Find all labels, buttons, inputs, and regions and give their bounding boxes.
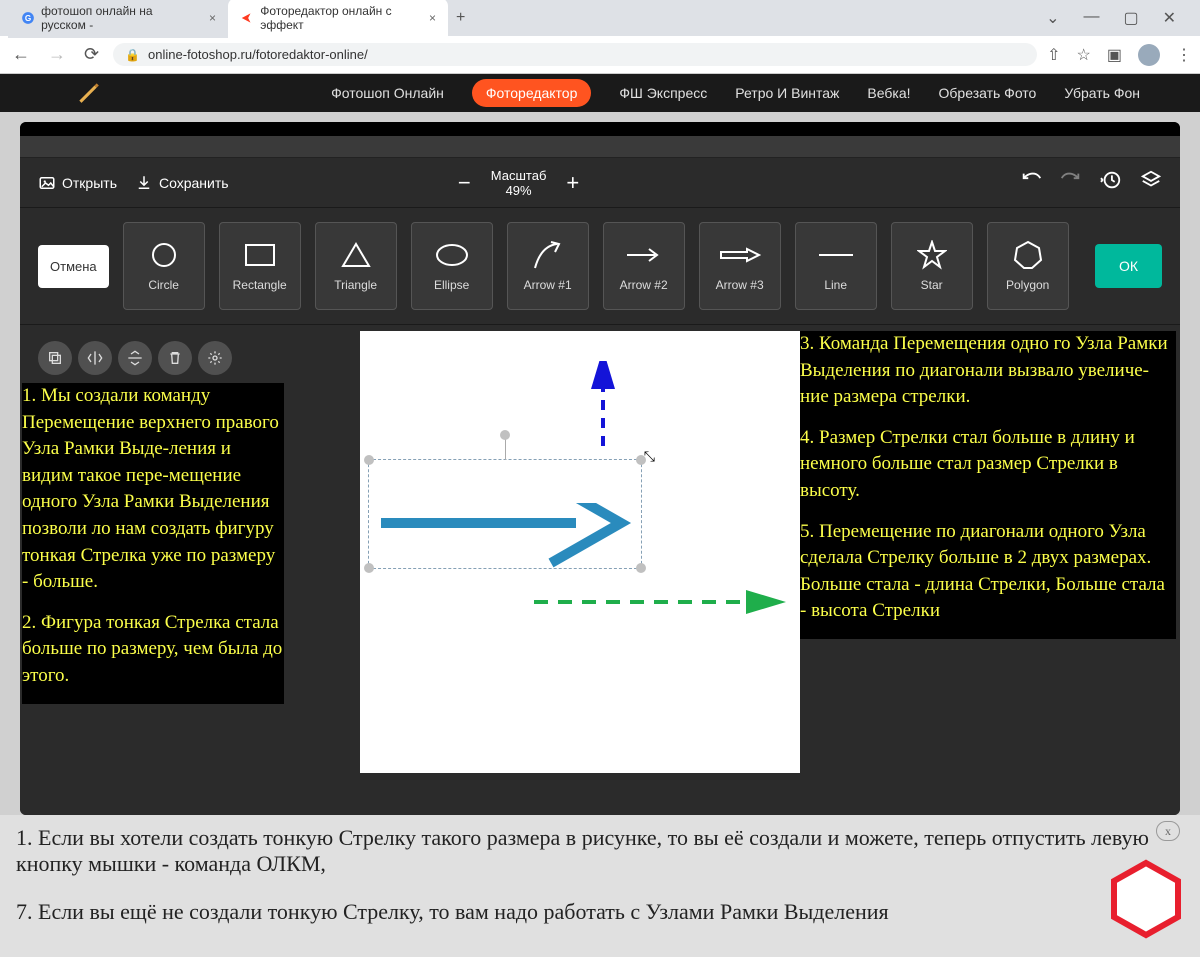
cancel-button[interactable]: Отмена [38,245,109,288]
zoom-controls: − Масштаб 49% + [458,168,579,198]
annotation-right: 3. Команда Перемещения одно го Узла Рамк… [800,331,1176,639]
nav-crop[interactable]: Обрезать Фото [939,85,1037,101]
copy-icon[interactable] [38,341,72,375]
nav-express[interactable]: ФШ Экспресс [619,85,707,101]
browser-tab-1[interactable]: Фоторедактор онлайн с эффект × [228,0,448,38]
tab-title: Фоторедактор онлайн с эффект [260,4,419,32]
forward-button[interactable]: → [44,40,70,69]
tutorial-line-1: 1. Если вы хотели создать тонкую Стрелку… [16,825,1184,877]
shape-arrow1[interactable]: Arrow #1 [507,222,589,310]
share-icon[interactable]: ⇧ [1047,45,1060,65]
shape-polygon[interactable]: Polygon [987,222,1069,310]
canvas[interactable]: ⤡ [360,331,800,773]
maximize-icon[interactable]: ▢ [1123,8,1138,28]
nav-photoshop[interactable]: Фотошоп Онлайн [331,85,444,101]
menu-icon[interactable]: ⋮ [1176,45,1192,65]
shape-ellipse[interactable]: Ellipse [411,222,493,310]
extension-icon[interactable]: ▣ [1107,45,1122,65]
guide-arrow-vertical [590,361,616,451]
flip-h-icon[interactable] [78,341,112,375]
nav-webcam[interactable]: Вебка! [867,85,910,101]
hexagon-badge-icon[interactable] [1108,859,1184,939]
zoom-in-button[interactable]: + [566,170,579,196]
shape-star[interactable]: Star [891,222,973,310]
tutorial-text: x 1. Если вы хотели создать тонкую Стрел… [0,815,1200,957]
shape-toolbar: Отмена Circle Rectangle Triangle Ellipse… [20,208,1180,325]
shape-arrow3[interactable]: Arrow #3 [699,222,781,310]
flip-v-icon[interactable] [118,341,152,375]
tutorial-line-2: 7. Если вы ещё не создали тонкую Стрелку… [16,899,1184,925]
back-button[interactable]: ← [8,40,34,69]
canvas-area: 1. Мы создали команду Перемещение верхне… [20,325,1180,815]
favicon-google: G [20,10,35,26]
shape-rectangle[interactable]: Rectangle [219,222,301,310]
history-button[interactable] [1100,169,1122,196]
address-bar: ← → ⟳ 🔒 online-fotoshop.ru/fotoredaktor-… [0,36,1200,74]
nav-removebg[interactable]: Убрать Фон [1064,85,1140,101]
shape-circle[interactable]: Circle [123,222,205,310]
settings-icon[interactable] [198,341,232,375]
save-button[interactable]: Сохранить [135,174,229,192]
tab-strip: G фотошоп онлайн на русском - × Фотореда… [0,0,1200,36]
handle-rotate[interactable] [500,430,510,440]
profile-icon[interactable] [1138,44,1160,66]
tab-close-icon[interactable]: × [429,11,436,25]
ok-button[interactable]: ОК [1095,244,1162,288]
chevron-down-icon[interactable]: ⌄ [1046,8,1059,28]
nav-fotoredaktor[interactable]: Фоторедактор [472,79,592,107]
browser-chrome: G фотошоп онлайн на русском - × Фотореда… [0,0,1200,74]
lock-icon: 🔒 [125,48,140,62]
site-nav: Фотошоп Онлайн Фоторедактор ФШ Экспресс … [0,74,1200,112]
handle-bl[interactable] [364,563,374,573]
undo-button[interactable] [1020,169,1042,196]
mini-toolbar [38,341,232,375]
handle-tl[interactable] [364,455,374,465]
brand-icon [75,79,101,108]
open-button[interactable]: Открыть [38,174,117,192]
delete-icon[interactable] [158,341,192,375]
zoom-out-button[interactable]: − [458,170,471,196]
zoom-label: Масштаб [491,168,547,183]
tab-title: фотошоп онлайн на русском - [41,4,199,32]
new-tab-button[interactable]: + [448,5,473,31]
browser-tab-0[interactable]: G фотошоп онлайн на русском - × [8,0,228,38]
shape-line[interactable]: Line [795,222,877,310]
annotation-left: 1. Мы создали команду Перемещение верхне… [22,383,284,704]
toolbar: Открыть Сохранить − Масштаб 49% + [20,158,1180,208]
resize-cursor-icon: ⤡ [644,448,655,465]
close-window-icon[interactable]: ✕ [1163,8,1176,28]
favicon-site [240,10,254,26]
tab-close-icon[interactable]: × [209,11,216,25]
reload-button[interactable]: ⟳ [80,40,103,69]
url-text: online-fotoshop.ru/fotoredaktor-online/ [148,47,368,62]
shape-triangle[interactable]: Triangle [315,222,397,310]
image-icon [38,174,56,192]
editor: Открыть Сохранить − Масштаб 49% + [20,122,1180,815]
nav-retro[interactable]: Ретро И Винтаж [735,85,839,101]
download-icon [135,174,153,192]
guide-arrow-horizontal [530,589,790,615]
star-icon[interactable]: ☆ [1077,45,1091,65]
svg-text:G: G [24,14,30,23]
close-tip-button[interactable]: x [1156,821,1180,841]
layers-button[interactable] [1140,169,1162,196]
minimize-icon[interactable]: ― [1083,8,1099,28]
redo-button[interactable] [1060,169,1082,196]
shape-arrow2[interactable]: Arrow #2 [603,222,685,310]
zoom-value: 49% [491,183,547,198]
url-input[interactable]: 🔒 online-fotoshop.ru/fotoredaktor-online… [113,43,1037,66]
